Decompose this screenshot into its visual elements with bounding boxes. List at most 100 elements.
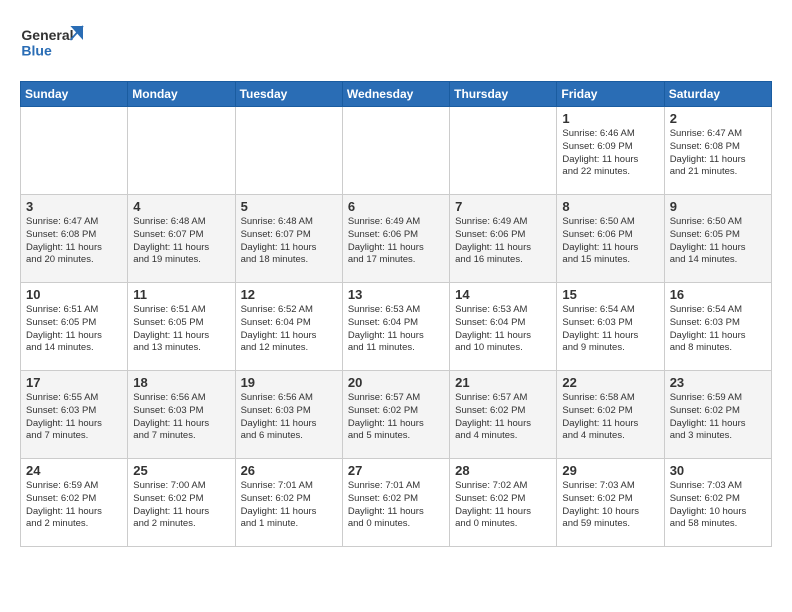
day-number: 22 [562, 375, 658, 390]
day-info: Sunrise: 6:53 AM Sunset: 6:04 PM Dayligh… [348, 304, 444, 355]
day-info: Sunrise: 6:46 AM Sunset: 6:09 PM Dayligh… [562, 128, 658, 179]
day-cell: 8 Sunrise: 6:50 AM Sunset: 6:06 PM Daylig… [557, 195, 664, 283]
logo-svg: General Blue [20, 16, 90, 71]
calendar-table: SundayMondayTuesdayWednesdayThursdayFrid… [20, 81, 772, 547]
day-number: 4 [133, 199, 229, 214]
day-info: Sunrise: 7:01 AM Sunset: 6:02 PM Dayligh… [241, 480, 337, 531]
header: General Blue [20, 16, 772, 71]
day-number: 27 [348, 463, 444, 478]
header-cell-saturday: Saturday [664, 82, 771, 107]
week-row-2: 3 Sunrise: 6:47 AM Sunset: 6:08 PM Daylig… [21, 195, 772, 283]
day-number: 17 [26, 375, 122, 390]
day-number: 19 [241, 375, 337, 390]
week-row-3: 10 Sunrise: 6:51 AM Sunset: 6:05 PM Dayli… [21, 283, 772, 371]
calendar-header: SundayMondayTuesdayWednesdayThursdayFrid… [21, 82, 772, 107]
day-cell: 29Sunrise: 7:03 AM Sunset: 6:02 PM Dayli… [557, 459, 664, 547]
day-cell: 18Sunrise: 6:56 AM Sunset: 6:03 PM Dayli… [128, 371, 235, 459]
day-number: 6 [348, 199, 444, 214]
header-cell-sunday: Sunday [21, 82, 128, 107]
day-cell [235, 107, 342, 195]
day-cell: 2 Sunrise: 6:47 AM Sunset: 6:08 PM Daylig… [664, 107, 771, 195]
day-info: Sunrise: 7:03 AM Sunset: 6:02 PM Dayligh… [670, 480, 766, 531]
day-number: 8 [562, 199, 658, 214]
day-info: Sunrise: 6:56 AM Sunset: 6:03 PM Dayligh… [241, 392, 337, 443]
day-info: Sunrise: 6:48 AM Sunset: 6:07 PM Dayligh… [133, 216, 229, 267]
day-cell: 16 Sunrise: 6:54 AM Sunset: 6:03 PM Dayli… [664, 283, 771, 371]
day-info: Sunrise: 6:53 AM Sunset: 6:04 PM Dayligh… [455, 304, 551, 355]
day-info: Sunrise: 6:54 AM Sunset: 6:03 PM Dayligh… [670, 304, 766, 355]
day-number: 15 [562, 287, 658, 302]
day-number: 23 [670, 375, 766, 390]
day-number: 1 [562, 111, 658, 126]
week-row-1: 1 Sunrise: 6:46 AM Sunset: 6:09 PM Daylig… [21, 107, 772, 195]
day-info: Sunrise: 6:58 AM Sunset: 6:02 PM Dayligh… [562, 392, 658, 443]
day-number: 2 [670, 111, 766, 126]
day-info: Sunrise: 7:02 AM Sunset: 6:02 PM Dayligh… [455, 480, 551, 531]
day-number: 3 [26, 199, 122, 214]
day-cell: 20Sunrise: 6:57 AM Sunset: 6:02 PM Dayli… [342, 371, 449, 459]
day-info: Sunrise: 6:55 AM Sunset: 6:03 PM Dayligh… [26, 392, 122, 443]
header-cell-thursday: Thursday [450, 82, 557, 107]
header-cell-tuesday: Tuesday [235, 82, 342, 107]
day-cell: 6 Sunrise: 6:49 AM Sunset: 6:06 PM Daylig… [342, 195, 449, 283]
day-number: 29 [562, 463, 658, 478]
day-cell: 28 Sunrise: 7:02 AM Sunset: 6:02 PM Dayli… [450, 459, 557, 547]
day-number: 7 [455, 199, 551, 214]
header-cell-friday: Friday [557, 82, 664, 107]
day-info: Sunrise: 6:51 AM Sunset: 6:05 PM Dayligh… [133, 304, 229, 355]
day-number: 16 [670, 287, 766, 302]
day-cell [342, 107, 449, 195]
day-info: Sunrise: 6:54 AM Sunset: 6:03 PM Dayligh… [562, 304, 658, 355]
day-cell [21, 107, 128, 195]
day-number: 21 [455, 375, 551, 390]
day-cell: 26 Sunrise: 7:01 AM Sunset: 6:02 PM Dayli… [235, 459, 342, 547]
day-number: 26 [241, 463, 337, 478]
day-cell: 4 Sunrise: 6:48 AM Sunset: 6:07 PM Daylig… [128, 195, 235, 283]
day-info: Sunrise: 6:47 AM Sunset: 6:08 PM Dayligh… [670, 128, 766, 179]
day-info: Sunrise: 6:57 AM Sunset: 6:02 PM Dayligh… [455, 392, 551, 443]
day-cell: 22 Sunrise: 6:58 AM Sunset: 6:02 PM Dayli… [557, 371, 664, 459]
day-cell: 27Sunrise: 7:01 AM Sunset: 6:02 PM Dayli… [342, 459, 449, 547]
header-cell-wednesday: Wednesday [342, 82, 449, 107]
day-info: Sunrise: 6:59 AM Sunset: 6:02 PM Dayligh… [26, 480, 122, 531]
day-info: Sunrise: 6:49 AM Sunset: 6:06 PM Dayligh… [348, 216, 444, 267]
day-number: 10 [26, 287, 122, 302]
day-info: Sunrise: 6:50 AM Sunset: 6:05 PM Dayligh… [670, 216, 766, 267]
day-info: Sunrise: 6:57 AM Sunset: 6:02 PM Dayligh… [348, 392, 444, 443]
day-cell: 5Sunrise: 6:48 AM Sunset: 6:07 PM Daylig… [235, 195, 342, 283]
svg-text:General: General [21, 27, 73, 43]
day-cell: 15 Sunrise: 6:54 AM Sunset: 6:03 PM Dayli… [557, 283, 664, 371]
day-info: Sunrise: 6:50 AM Sunset: 6:06 PM Dayligh… [562, 216, 658, 267]
day-cell: 24 Sunrise: 6:59 AM Sunset: 6:02 PM Dayli… [21, 459, 128, 547]
day-number: 28 [455, 463, 551, 478]
day-number: 12 [241, 287, 337, 302]
day-info: Sunrise: 6:47 AM Sunset: 6:08 PM Dayligh… [26, 216, 122, 267]
day-number: 24 [26, 463, 122, 478]
header-cell-monday: Monday [128, 82, 235, 107]
day-number: 9 [670, 199, 766, 214]
day-cell: 23Sunrise: 6:59 AM Sunset: 6:02 PM Dayli… [664, 371, 771, 459]
header-row: SundayMondayTuesdayWednesdayThursdayFrid… [21, 82, 772, 107]
day-number: 13 [348, 287, 444, 302]
logo: General Blue [20, 16, 90, 71]
day-cell: 12Sunrise: 6:52 AM Sunset: 6:04 PM Dayli… [235, 283, 342, 371]
day-cell: 3 Sunrise: 6:47 AM Sunset: 6:08 PM Daylig… [21, 195, 128, 283]
svg-text:Blue: Blue [21, 42, 52, 58]
day-cell: 17 Sunrise: 6:55 AM Sunset: 6:03 PM Dayli… [21, 371, 128, 459]
calendar-body: 1 Sunrise: 6:46 AM Sunset: 6:09 PM Daylig… [21, 107, 772, 547]
day-cell: 14Sunrise: 6:53 AM Sunset: 6:04 PM Dayli… [450, 283, 557, 371]
day-cell: 13 Sunrise: 6:53 AM Sunset: 6:04 PM Dayli… [342, 283, 449, 371]
day-cell [450, 107, 557, 195]
day-cell [128, 107, 235, 195]
day-info: Sunrise: 6:56 AM Sunset: 6:03 PM Dayligh… [133, 392, 229, 443]
day-cell: 11Sunrise: 6:51 AM Sunset: 6:05 PM Dayli… [128, 283, 235, 371]
day-number: 30 [670, 463, 766, 478]
day-cell: 10 Sunrise: 6:51 AM Sunset: 6:05 PM Dayli… [21, 283, 128, 371]
day-number: 25 [133, 463, 229, 478]
day-number: 5 [241, 199, 337, 214]
day-cell: 7Sunrise: 6:49 AM Sunset: 6:06 PM Daylig… [450, 195, 557, 283]
day-info: Sunrise: 7:00 AM Sunset: 6:02 PM Dayligh… [133, 480, 229, 531]
day-info: Sunrise: 6:51 AM Sunset: 6:05 PM Dayligh… [26, 304, 122, 355]
day-cell: 1 Sunrise: 6:46 AM Sunset: 6:09 PM Daylig… [557, 107, 664, 195]
day-cell: 21 Sunrise: 6:57 AM Sunset: 6:02 PM Dayli… [450, 371, 557, 459]
